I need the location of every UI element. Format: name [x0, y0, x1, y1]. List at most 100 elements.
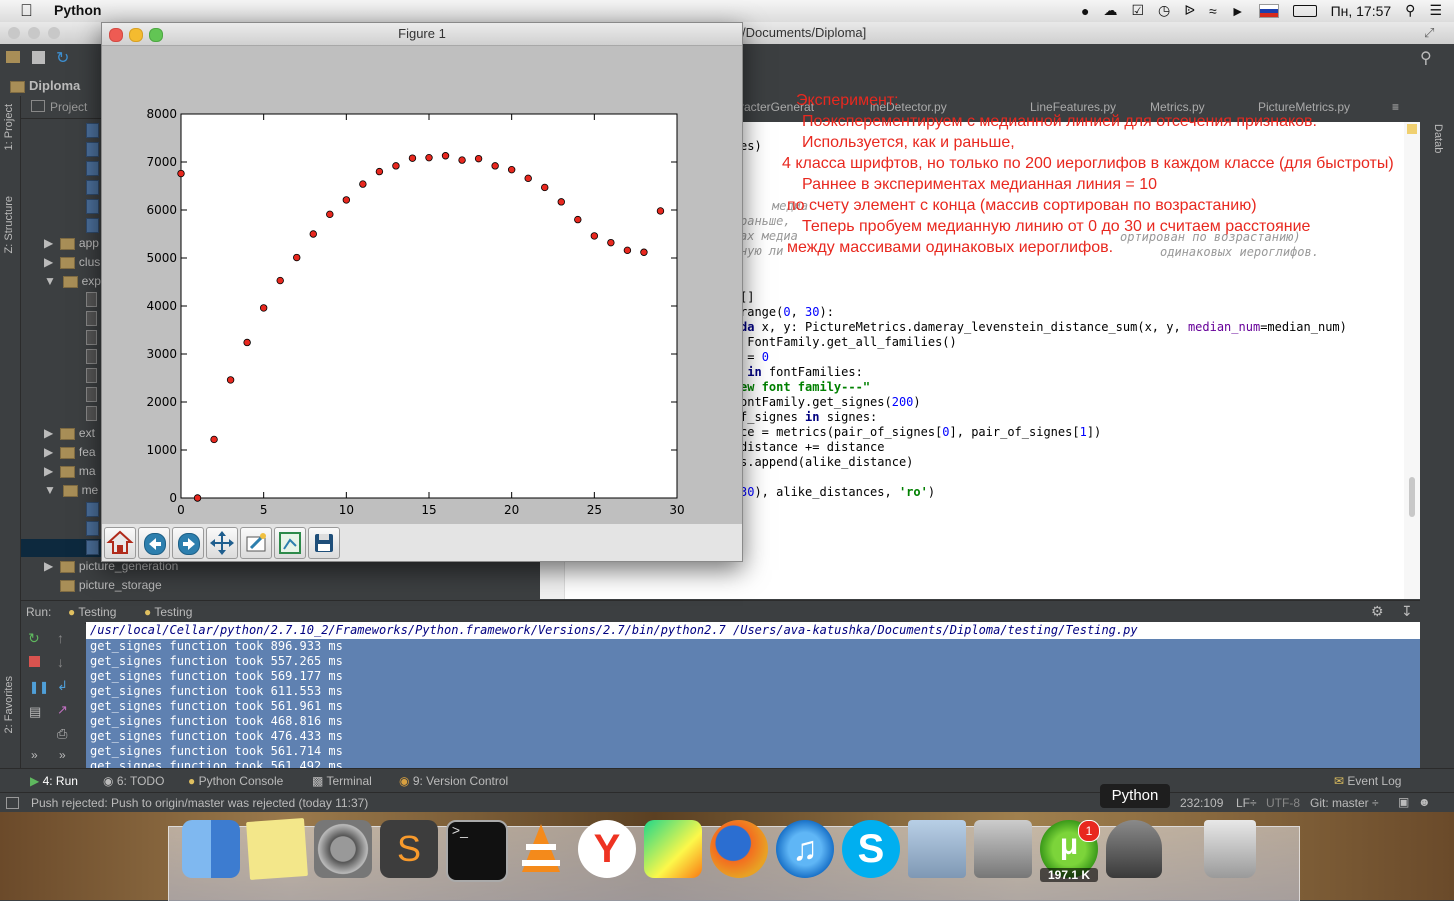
- tree-folder-fea[interactable]: ▶ fea: [44, 443, 96, 462]
- export-icon[interactable]: ↗: [57, 702, 68, 718]
- russian-flag-icon[interactable]: [1258, 3, 1279, 18]
- back-button[interactable]: [138, 527, 170, 559]
- file-icon[interactable]: [86, 330, 97, 345]
- more-icon[interactable]: »: [31, 748, 38, 762]
- vcs-branch[interactable]: Git: master ÷: [1310, 796, 1379, 810]
- toolwin-version-control[interactable]: ◉ 9: Version Control: [399, 774, 508, 788]
- vlc-icon[interactable]: [512, 820, 570, 878]
- tree-folder-me[interactable]: ▼ me: [44, 481, 98, 500]
- sublime-text-icon[interactable]: S: [380, 820, 438, 878]
- scroll-up-icon[interactable]: ↑: [57, 630, 64, 646]
- scrollbar-thumb[interactable]: [1409, 477, 1415, 517]
- python-file-icon[interactable]: [86, 180, 99, 195]
- layout-icon[interactable]: ▤: [29, 704, 41, 720]
- app-menu-name[interactable]: Python: [54, 2, 101, 18]
- stop-icon[interactable]: [29, 656, 40, 667]
- system-preferences-icon[interactable]: [314, 820, 372, 878]
- minimize-icon[interactable]: [28, 27, 40, 39]
- file-icon[interactable]: [86, 311, 97, 326]
- apple-icon[interactable]: : [20, 1, 33, 21]
- line-separator[interactable]: LF÷: [1236, 796, 1257, 810]
- hide-panel-icon[interactable]: ↧: [1401, 603, 1413, 620]
- stickies-icon[interactable]: [246, 818, 308, 880]
- tree-folder-picture-storage[interactable]: ▶ picture_storage: [44, 576, 162, 595]
- rerun-icon[interactable]: ↻: [28, 630, 40, 647]
- caret-position[interactable]: 232:109: [1180, 796, 1223, 810]
- wrap-icon[interactable]: ↲: [57, 678, 68, 694]
- python-file-icon[interactable]: [86, 540, 99, 555]
- python-file-icon[interactable]: [86, 521, 99, 536]
- tree-folder-ext[interactable]: ▶ ext: [44, 424, 95, 443]
- python-file-icon[interactable]: [86, 199, 99, 214]
- status-toggle-icon[interactable]: [6, 797, 19, 809]
- python-file-icon[interactable]: [86, 218, 99, 233]
- tab-favorites[interactable]: 2: Favorites: [3, 676, 15, 733]
- toolwin-terminal[interactable]: ▩ Terminal: [312, 774, 372, 788]
- firefox-icon[interactable]: [710, 820, 768, 878]
- file-encoding[interactable]: UTF-8: [1266, 796, 1300, 810]
- time-machine-icon[interactable]: ◷: [1158, 2, 1170, 19]
- configure-subplots-button[interactable]: [274, 527, 306, 559]
- todo-icon[interactable]: ☑: [1131, 2, 1144, 19]
- wifi-icon[interactable]: ≈: [1209, 3, 1217, 19]
- breadcrumb[interactable]: Diploma: [10, 78, 80, 93]
- yandex-browser-icon[interactable]: Y: [578, 820, 636, 878]
- status-message[interactable]: Push rejected: Push to origin/master was…: [31, 796, 368, 810]
- figure-canvas[interactable]: 0 5 10 15 20 25 30 0 1000 2000 3000 4000 5000 6000 700…: [102, 46, 742, 524]
- creative-cloud-icon[interactable]: ●: [1081, 3, 1089, 19]
- run-tab-testing-1[interactable]: ● Testing: [68, 605, 116, 619]
- zoom-icon[interactable]: [48, 27, 60, 39]
- tree-folder-clus[interactable]: ▶ clus: [44, 253, 100, 272]
- forward-button[interactable]: [172, 527, 204, 559]
- settings-gear-icon[interactable]: ⚙: [1371, 603, 1384, 620]
- file-icon[interactable]: [86, 349, 97, 364]
- print-icon[interactable]: ⎙: [57, 726, 67, 742]
- python-file-icon[interactable]: [86, 502, 99, 517]
- trash-icon[interactable]: [1204, 820, 1256, 878]
- run-console[interactable]: /usr/local/Cellar/python/2.7.10_2/Framew…: [86, 622, 1420, 768]
- battery-icon[interactable]: [1292, 4, 1317, 17]
- sync-icon[interactable]: ↻: [56, 48, 69, 68]
- mail-icon[interactable]: [908, 820, 966, 878]
- terminal-icon[interactable]: >_: [446, 820, 508, 882]
- python-file-icon[interactable]: [86, 161, 99, 176]
- zoom-rect-button[interactable]: [240, 527, 272, 559]
- toolwin-todo[interactable]: ◉ 6: TODO: [103, 774, 164, 788]
- itunes-icon[interactable]: ♫: [776, 820, 834, 878]
- save-all-icon[interactable]: [32, 51, 45, 64]
- python-file-icon[interactable]: [86, 142, 99, 157]
- tree-folder-exp[interactable]: ▼ exp: [44, 272, 101, 291]
- tab-structure[interactable]: Z: Structure: [3, 196, 15, 253]
- pan-button[interactable]: [206, 527, 238, 559]
- scroll-down-icon[interactable]: ↓: [57, 654, 64, 670]
- pycharm-icon[interactable]: [644, 820, 702, 878]
- inspector-icon[interactable]: ☻: [1418, 795, 1431, 809]
- file-icon[interactable]: [86, 406, 97, 421]
- file-icon[interactable]: [86, 368, 97, 383]
- pause-icon[interactable]: ❚❚: [29, 680, 49, 694]
- python-launcher-icon[interactable]: [1106, 820, 1162, 878]
- tab-project[interactable]: 1: Project: [3, 104, 15, 150]
- volume-icon[interactable]: ►: [1231, 3, 1245, 19]
- bluetooth-icon[interactable]: ᐉ: [1184, 2, 1195, 19]
- clock[interactable]: Пн, 17:57: [1331, 3, 1392, 19]
- finder-icon[interactable]: [182, 820, 240, 878]
- search-icon[interactable]: ⚲: [1420, 48, 1432, 68]
- cloud-icon[interactable]: ☁: [1103, 2, 1117, 19]
- home-button[interactable]: [104, 527, 136, 559]
- lock-icon[interactable]: ▣: [1398, 795, 1409, 809]
- file-icon[interactable]: [86, 292, 97, 307]
- notification-icon[interactable]: ☰: [1429, 2, 1442, 19]
- save-figure-button[interactable]: [308, 527, 340, 559]
- toolwin-event-log[interactable]: ✉ Event Log: [1334, 774, 1401, 788]
- run-tab-testing-2[interactable]: ● Testing: [144, 605, 192, 619]
- spotlight-icon[interactable]: ⚲: [1405, 2, 1415, 19]
- close-icon[interactable]: [8, 27, 20, 39]
- toolwin-run[interactable]: ▶ 4: Run: [30, 774, 78, 788]
- toolwin-python-console[interactable]: ● Python Console: [188, 774, 283, 788]
- more-icon[interactable]: »: [59, 748, 66, 762]
- tree-folder-app[interactable]: ▶ app: [44, 234, 99, 253]
- tree-folder-ma[interactable]: ▶ ma: [44, 462, 96, 481]
- open-folder-icon[interactable]: [6, 51, 20, 63]
- fullscreen-icon[interactable]: ⤢: [1424, 25, 1434, 41]
